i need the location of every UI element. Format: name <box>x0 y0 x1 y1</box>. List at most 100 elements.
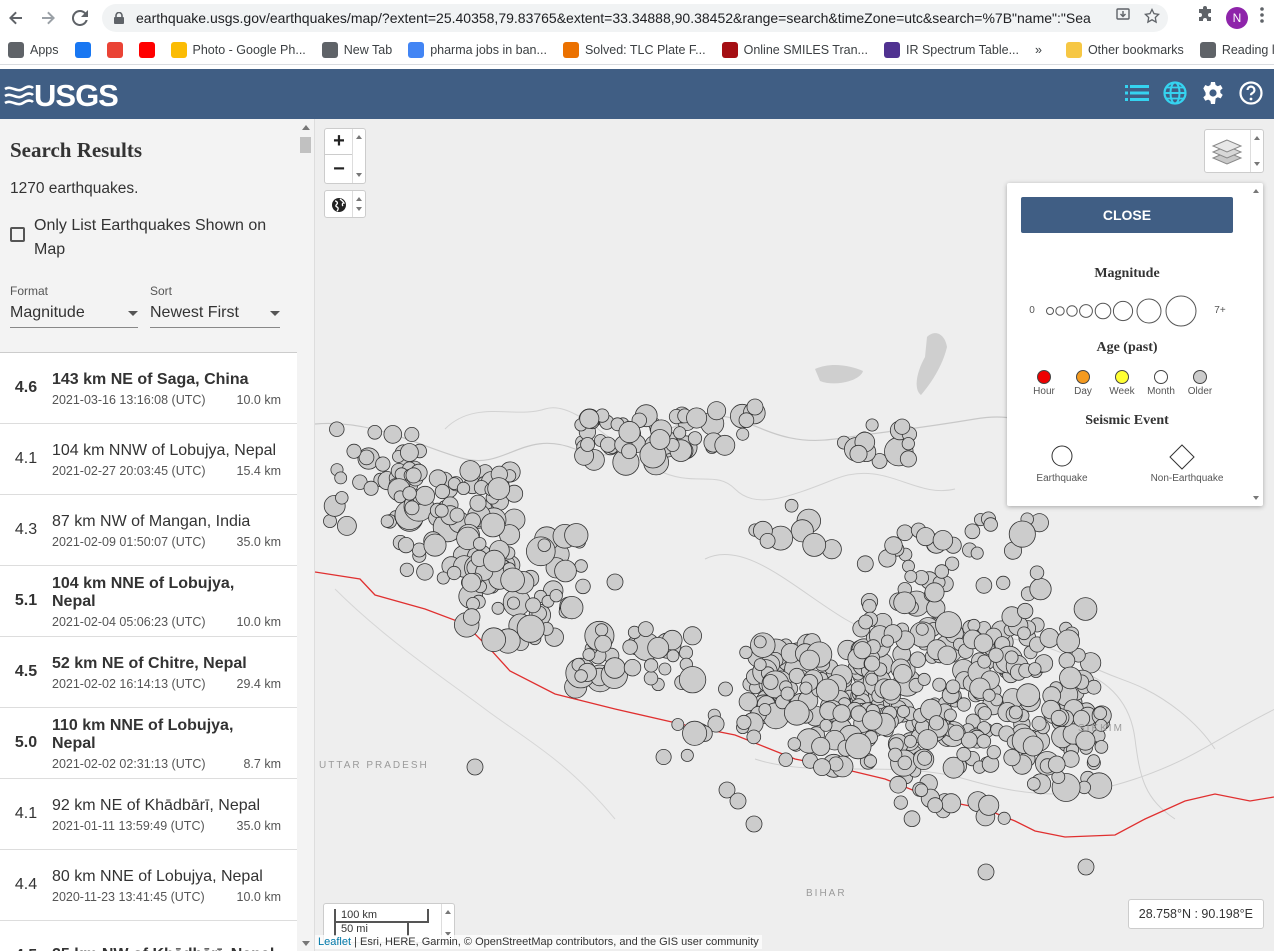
bookmark-item[interactable]: Photo - Google Ph... <box>163 42 314 58</box>
earthquake-marker[interactable] <box>853 641 872 660</box>
sort-select[interactable]: Sort Newest First <box>150 284 280 328</box>
earthquake-marker[interactable] <box>404 500 420 516</box>
earthquake-marker[interactable] <box>682 720 708 746</box>
earthquake-marker[interactable] <box>449 507 465 523</box>
earthquake-marker[interactable] <box>400 443 419 462</box>
earthquake-marker[interactable] <box>943 708 957 722</box>
earthquake-marker[interactable] <box>682 626 702 646</box>
zoom-out-button[interactable]: − <box>325 156 353 182</box>
earthquake-marker[interactable] <box>1087 754 1101 768</box>
back-button[interactable] <box>0 2 32 34</box>
bookmark-item[interactable]: IR Spectrum Table... <box>876 42 1027 58</box>
earthquake-marker[interactable] <box>828 756 844 772</box>
settings-button[interactable] <box>1200 79 1226 107</box>
panel-scrollbar[interactable] <box>297 119 315 951</box>
earthquake-marker[interactable] <box>956 746 972 762</box>
earthquake-marker[interactable] <box>491 601 505 615</box>
bookmark-item[interactable]: Solved: TLC Plate F... <box>555 42 714 58</box>
scroll-up-icon[interactable] <box>302 125 310 130</box>
earthquake-marker[interactable] <box>447 565 462 581</box>
earthquake-marker[interactable] <box>970 546 984 560</box>
earthquake-marker[interactable] <box>849 444 868 463</box>
earthquake-marker[interactable] <box>736 714 752 730</box>
earthquake-marker[interactable] <box>580 437 596 452</box>
reading-list-button[interactable]: Reading list <box>1192 42 1274 58</box>
earthquake-marker[interactable] <box>879 678 902 701</box>
earthquake-marker[interactable] <box>1029 577 1052 601</box>
earthquake-marker[interactable] <box>604 657 626 679</box>
earthquake-marker[interactable] <box>856 555 874 573</box>
earthquake-marker[interactable] <box>1008 520 1036 548</box>
earthquake-marker[interactable] <box>466 758 484 776</box>
legend-scrollbar[interactable] <box>1249 183 1263 506</box>
earthquake-marker[interactable] <box>574 669 588 683</box>
bookmark-star-icon[interactable] <box>1143 7 1161 28</box>
bookmark-item[interactable] <box>99 42 131 58</box>
earthquake-list-item[interactable]: 4.525 km NW of Khādbārī, Nepal <box>0 921 297 951</box>
earthquake-marker[interactable] <box>983 517 998 532</box>
earthquake-marker[interactable] <box>746 729 762 745</box>
earthquake-marker[interactable] <box>671 718 685 731</box>
earthquake-marker[interactable] <box>759 532 776 549</box>
earthquake-marker[interactable] <box>680 748 694 762</box>
earthquake-marker[interactable] <box>973 633 994 653</box>
earthquake-marker[interactable] <box>537 538 552 552</box>
earthquake-marker[interactable] <box>686 407 708 429</box>
earthquake-markers[interactable] <box>323 398 1113 881</box>
earthquake-marker[interactable] <box>1022 735 1044 757</box>
earthquake-marker[interactable] <box>915 622 929 636</box>
earthquake-marker[interactable] <box>917 750 933 766</box>
earthquake-marker[interactable] <box>1050 709 1067 726</box>
earthquake-marker[interactable] <box>893 418 911 435</box>
earthquake-marker[interactable] <box>380 514 394 528</box>
earthquake-marker[interactable] <box>594 623 609 637</box>
earthquake-marker[interactable] <box>678 666 707 694</box>
earthquake-marker[interactable] <box>893 795 908 810</box>
earthquake-marker[interactable] <box>736 427 750 441</box>
bookmark-item[interactable]: Online SMILES Tran... <box>714 42 876 58</box>
earthquake-marker[interactable] <box>456 481 471 495</box>
earthquake-marker[interactable] <box>762 674 779 690</box>
usgs-logo[interactable]: USGS <box>4 78 119 114</box>
earthquake-marker[interactable] <box>346 443 362 459</box>
earthquake-marker[interactable] <box>964 523 981 540</box>
earthquake-marker[interactable] <box>1059 666 1082 690</box>
scroll-thumb[interactable] <box>300 137 311 153</box>
earthquake-marker[interactable] <box>564 523 589 548</box>
format-select[interactable]: Format Magnitude <box>10 284 138 328</box>
earthquake-marker[interactable] <box>738 412 755 429</box>
earthquake-marker[interactable] <box>935 611 962 639</box>
earthquake-marker[interactable] <box>784 498 799 513</box>
earthquake-marker[interactable] <box>845 732 872 760</box>
earthquake-marker[interactable] <box>948 724 965 741</box>
earthquake-marker[interactable] <box>780 686 795 701</box>
earthquake-marker[interactable] <box>977 863 995 881</box>
earthquake-marker[interactable] <box>1016 683 1041 708</box>
earthquake-marker[interactable] <box>928 715 945 731</box>
earthquake-marker[interactable] <box>1008 705 1023 720</box>
earthquake-marker[interactable] <box>516 614 545 643</box>
earthquake-marker[interactable] <box>914 783 929 797</box>
earthquake-list-item[interactable]: 5.1 104 km NNE of Lobujya, Nepal 2021-02-0… <box>0 566 297 637</box>
earthquake-marker[interactable] <box>899 450 917 468</box>
earthquake-marker[interactable] <box>978 794 1000 816</box>
earthquake-marker[interactable] <box>997 811 1011 825</box>
earthquake-marker[interactable] <box>932 530 954 551</box>
bookmark-item[interactable]: New Tab <box>314 42 400 58</box>
earthquake-marker[interactable] <box>1026 777 1041 791</box>
leaflet-link[interactable]: Leaflet <box>318 936 351 948</box>
only-list-shown-toggle[interactable]: Only List Earthquakes Shown on Map <box>10 214 287 262</box>
earthquake-marker[interactable] <box>815 678 840 702</box>
bookmark-item[interactable]: pharma jobs in ban... <box>400 42 555 58</box>
earthquake-marker[interactable] <box>687 431 703 446</box>
earthquake-marker[interactable] <box>916 527 936 547</box>
earthquake-marker[interactable] <box>862 598 877 614</box>
earthquake-marker[interactable] <box>901 437 915 451</box>
earthquake-marker[interactable] <box>937 645 957 666</box>
earthquake-marker[interactable] <box>832 704 851 723</box>
bookmark-item[interactable] <box>67 42 99 58</box>
earthquake-marker[interactable] <box>996 575 1011 590</box>
earthquake-marker[interactable] <box>858 614 874 630</box>
earthquake-marker[interactable] <box>1031 716 1047 732</box>
reload-button[interactable] <box>64 2 96 34</box>
